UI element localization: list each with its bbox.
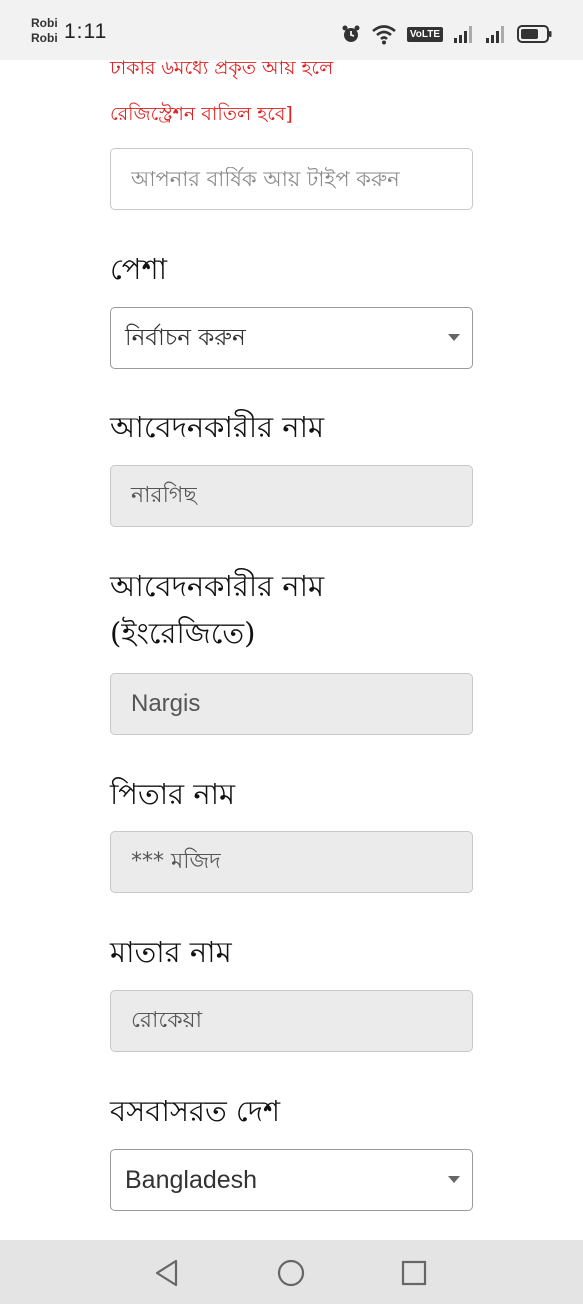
alarm-icon (342, 25, 360, 42)
back-button[interactable] (152, 1258, 182, 1288)
wifi-icon (371, 25, 396, 45)
applicant-name-label: আবেদনকারীর নাম (110, 410, 325, 444)
home-button[interactable] (276, 1258, 306, 1288)
back-icon (155, 1259, 178, 1287)
applicant-name-english-label: আবেদনকারীর নাম (110, 569, 325, 603)
annual-income-field[interactable] (110, 148, 473, 210)
applicant-name-value: নারগিছ (131, 482, 197, 508)
carrier-labels: Robi Robi (31, 16, 58, 46)
occupation-selected-value: নির্বাচন করুন (125, 324, 246, 351)
form-content: ঢাকার ৬মধ্যে প্রকৃত আয় হলে রেজিস্ট্রেশন… (0, 0, 583, 1240)
father-name-label: পিতার নাম (110, 777, 236, 811)
annual-income-input[interactable] (131, 167, 472, 191)
applicant-name-english-value: Nargis (131, 690, 201, 717)
signal-icon (454, 26, 472, 43)
country-select[interactable]: Bangladesh (110, 1149, 473, 1211)
recents-button[interactable] (399, 1258, 429, 1288)
father-name-field[interactable]: *** মজিদ (110, 831, 473, 893)
clock: 1:11 (64, 20, 108, 43)
status-bar: Robi Robi 1:11 VoLTE (0, 0, 583, 60)
recents-icon (401, 1260, 427, 1286)
father-name-value: *** মজিদ (131, 848, 221, 874)
country-label: বসবাসরত দেশ (110, 1094, 281, 1128)
chevron-down-icon (448, 1176, 460, 1183)
navigation-bar (0, 1240, 583, 1304)
signal-icon (486, 26, 504, 43)
carrier-2: Robi (31, 31, 58, 45)
income-warning-line-2: রেজিস্ট্রেশন বাতিল হবে] (110, 103, 293, 125)
status-icons: VoLTE (341, 21, 553, 47)
mother-name-value: রোকেয়া (131, 1007, 202, 1033)
occupation-select[interactable]: নির্বাচন করুন (110, 307, 473, 369)
applicant-name-english-field[interactable]: Nargis (110, 673, 473, 735)
mother-name-field[interactable]: রোকেয়া (110, 990, 473, 1052)
country-selected-value: Bangladesh (125, 1165, 258, 1194)
occupation-label: পেশা (110, 252, 168, 286)
home-icon (277, 1259, 305, 1287)
volte-badge: VoLTE (406, 26, 443, 42)
applicant-name-english-label-suffix: (ইংরেজিতে) (110, 616, 256, 650)
mother-name-label: মাতার নাম (110, 935, 232, 969)
chevron-down-icon (448, 334, 460, 341)
carrier-1: Robi (31, 16, 58, 30)
applicant-name-field[interactable]: নারগিছ (110, 465, 473, 527)
battery-icon (517, 25, 552, 43)
